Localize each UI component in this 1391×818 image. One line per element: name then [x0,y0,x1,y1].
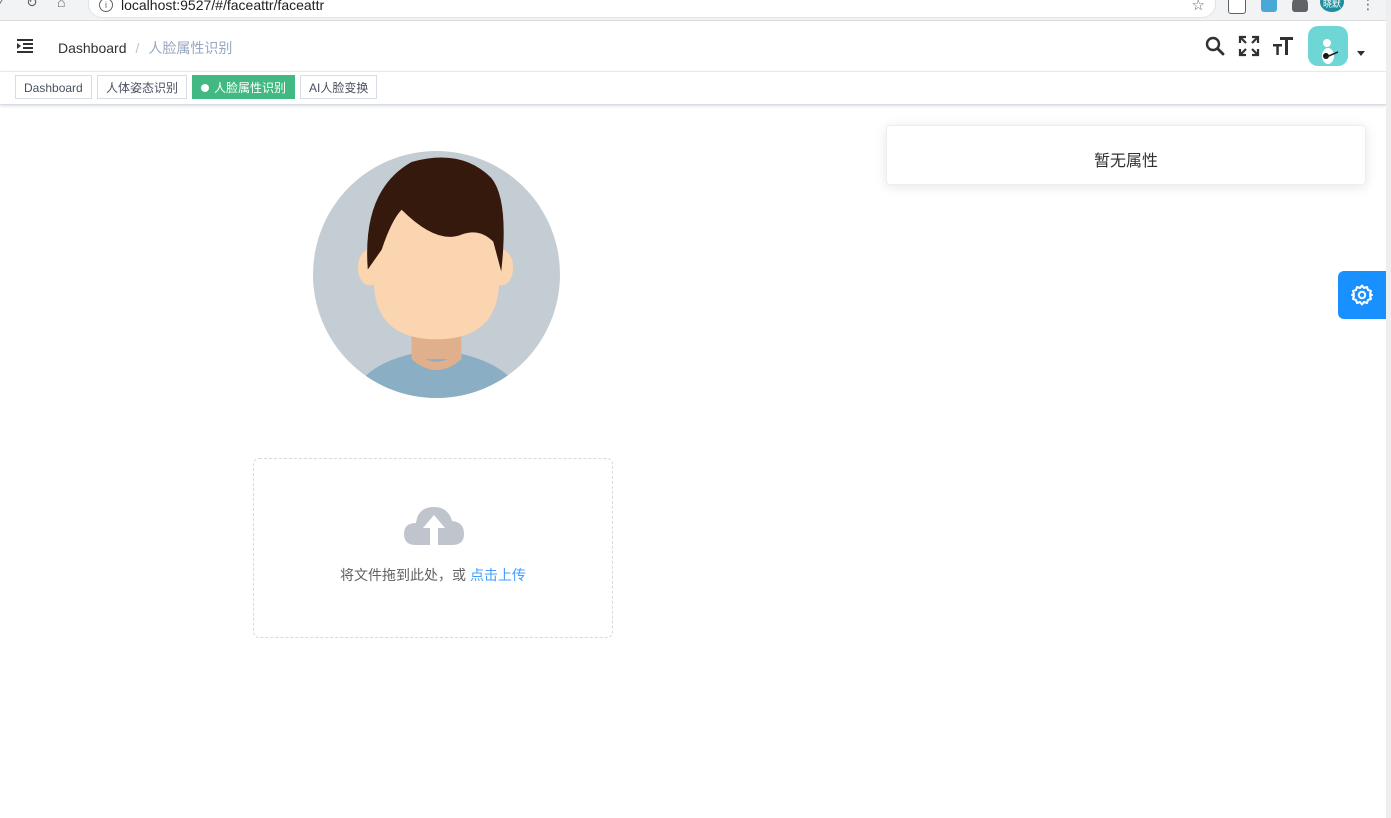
upload-cloud-icon [404,507,464,545]
window-edge [1386,0,1391,818]
fullscreen-icon[interactable] [1238,35,1260,57]
breadcrumb-item-current: 人脸属性识别 [148,40,233,56]
settings-button[interactable] [1338,271,1386,319]
breadcrumb-item-dashboard[interactable]: Dashboard [58,40,127,56]
tag-ai-face-swap[interactable]: AI人脸变换 [300,75,378,99]
search-icon[interactable] [1204,35,1226,57]
reload-icon[interactable]: ↻ [26,0,38,11]
tag-pose-recognition[interactable]: 人体姿态识别 [97,75,188,99]
browser-menu-icon[interactable]: ⋮ [1361,0,1375,13]
sidebar-toggle-icon[interactable] [17,38,33,54]
extension-icon[interactable] [1261,0,1277,12]
tag-label: 人体姿态识别 [106,81,179,95]
attributes-empty-text: 暂无属性 [1093,153,1158,170]
text-size-icon[interactable] [1272,35,1294,57]
address-url[interactable]: localhost:9527/#/faceattr/faceattr [121,0,324,13]
browser-profile-avatar[interactable]: 晓默 [1320,0,1344,12]
tag-label: 人脸属性识别 [214,81,287,95]
upload-link[interactable]: 点击上传 [470,567,526,583]
breadcrumb: Dashboard / 人脸属性识别 [58,38,232,58]
breadcrumb-separator: / [135,40,140,56]
avatar-image-icon [1322,39,1339,64]
home-icon[interactable]: ⌂ [57,0,65,10]
browser-toolbar: ⁄ ↻ ⌂ i localhost:9527/#/faceattr/faceat… [0,0,1391,21]
upload-dropzone[interactable]: 将文件拖到此处，或 点击上传 [253,458,613,638]
extension-icon[interactable] [1228,0,1246,14]
site-info-icon[interactable]: i [99,0,113,12]
tag-dashboard[interactable]: Dashboard [15,75,92,99]
face-preview-image [312,150,561,399]
tag-label: AI人脸变换 [309,81,369,95]
tag-face-attributes[interactable]: 人脸属性识别 [192,75,296,99]
gear-icon [1351,284,1373,306]
forward-icon[interactable]: ⁄ [0,0,2,10]
upload-hint: 将文件拖到此处，或 点击上传 [254,565,612,585]
bookmark-star-icon[interactable]: ☆ [1192,0,1205,14]
user-menu-caret-icon[interactable] [1357,51,1365,56]
extensions-puzzle-icon[interactable] [1292,0,1308,12]
tags-view: Dashboard 人体姿态识别 人脸属性识别 AI人脸变换 [0,72,1386,105]
tag-label: Dashboard [24,81,83,95]
active-dot-icon [201,84,209,92]
app-navbar: Dashboard / 人脸属性识别 [0,21,1386,72]
user-avatar[interactable] [1308,26,1348,66]
attributes-card: 暂无属性 [886,125,1366,185]
address-bar[interactable]: i localhost:9527/#/faceattr/faceattr ☆ [88,0,1216,18]
upload-hint-text: 将文件拖到此处，或 [340,567,467,583]
